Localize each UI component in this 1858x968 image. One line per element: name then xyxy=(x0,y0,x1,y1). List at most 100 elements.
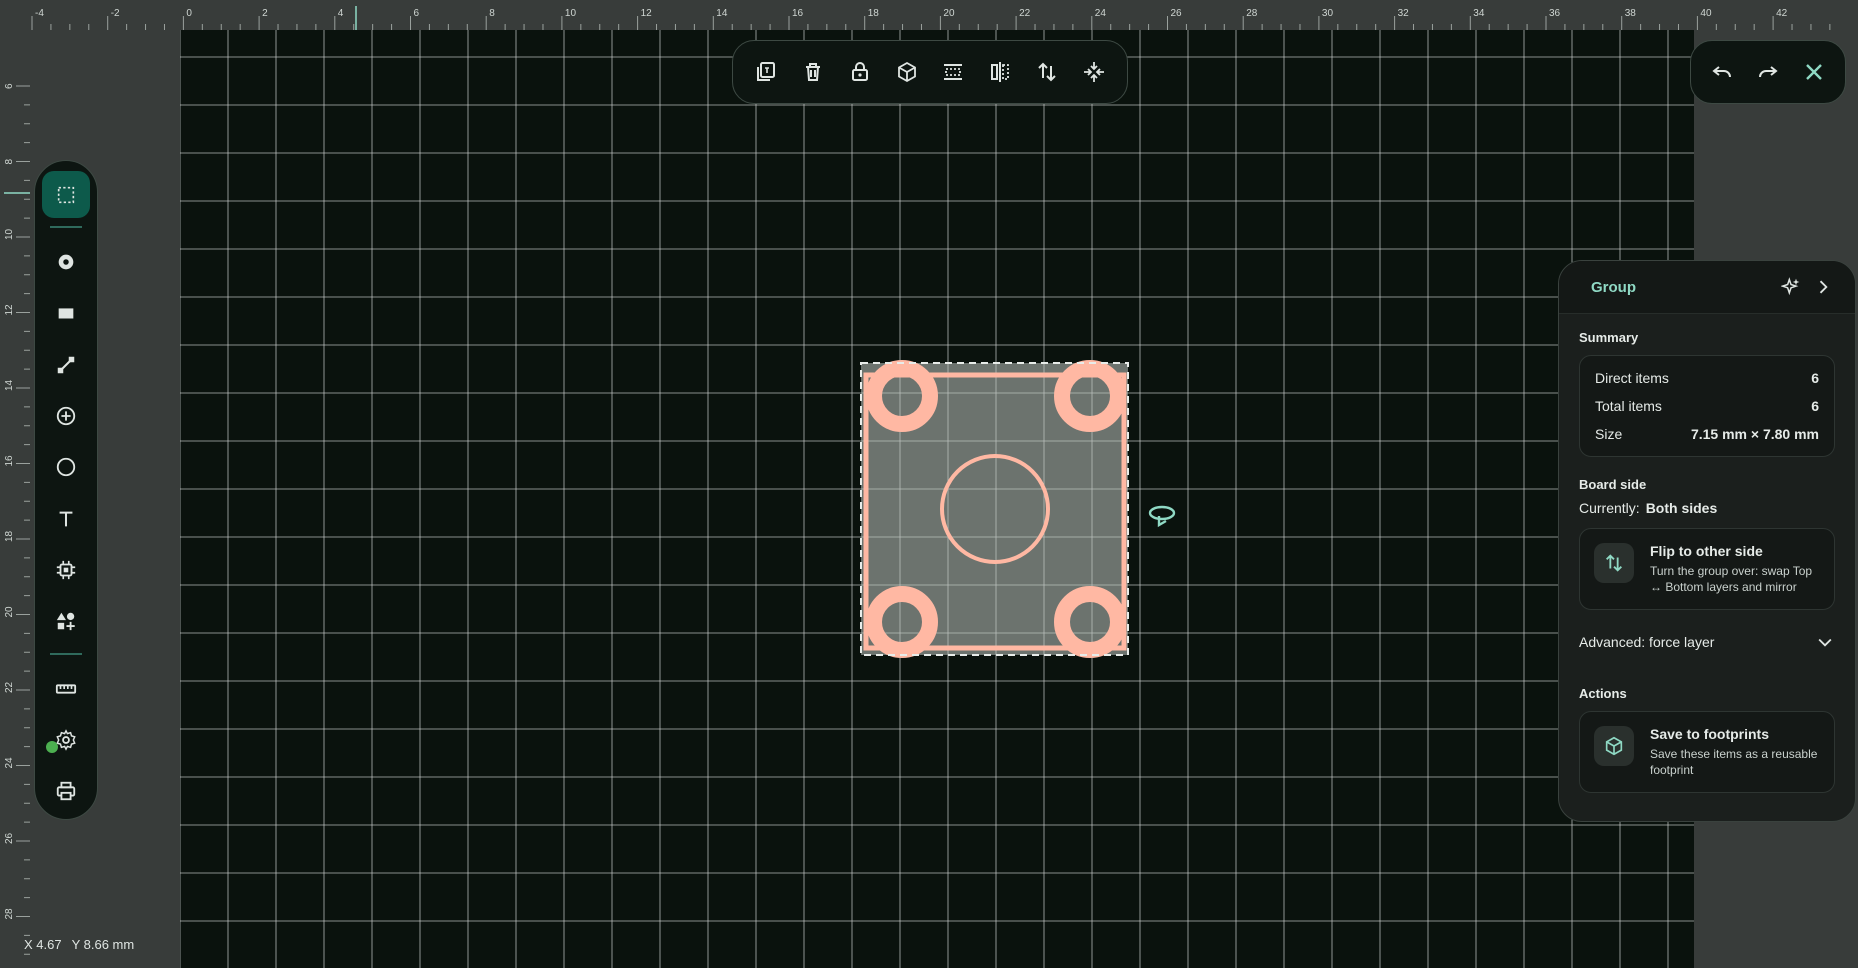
ruler-label: 40 xyxy=(1700,8,1712,19)
redo-button[interactable] xyxy=(1748,52,1788,92)
select-icon xyxy=(57,186,75,203)
ruler-label: 30 xyxy=(1322,8,1334,19)
summary-card: Direct items 6 Total items 6 Size 7.15 mm ×… xyxy=(1579,355,1835,457)
selection-toolbar xyxy=(732,40,1128,104)
flip-title: Flip to other side xyxy=(1650,543,1763,559)
shapes-add-icon xyxy=(56,613,75,631)
ruler-label: 28 xyxy=(4,908,15,920)
tool-select[interactable] xyxy=(42,171,90,219)
close-icon xyxy=(1806,64,1822,80)
gear-icon xyxy=(56,729,76,751)
selection-fill xyxy=(861,363,1128,655)
tool-trace[interactable] xyxy=(42,341,90,388)
status-indicator xyxy=(46,741,58,753)
sparkle-icon[interactable] xyxy=(1775,271,1807,303)
ruler-label: 12 xyxy=(641,8,653,19)
tool-chip[interactable] xyxy=(42,546,90,593)
flip-button[interactable]: Flip to other side Turn the group over: … xyxy=(1579,528,1835,610)
coord-y: Y 8.66 mm xyxy=(71,937,135,952)
ruler-label: 14 xyxy=(716,8,728,19)
tool-via[interactable] xyxy=(42,238,90,285)
history-toolbar xyxy=(1690,40,1846,104)
rail-divider xyxy=(50,653,82,656)
ruler-icon xyxy=(55,684,77,694)
summary-value: 7.15 mm × 7.80 mm xyxy=(1690,426,1819,442)
rect-pad-icon xyxy=(58,308,74,319)
ungroup-button[interactable] xyxy=(1074,52,1114,92)
flip-desc: Turn the group over: swap Top ↔ Bottom l… xyxy=(1650,564,1813,594)
trace-icon xyxy=(57,356,75,373)
copy-icon xyxy=(757,62,776,81)
ruler-label: 24 xyxy=(1095,8,1107,19)
summary-key: Size xyxy=(1595,426,1623,442)
ruler-label: 12 xyxy=(4,304,15,316)
lock-button[interactable] xyxy=(840,52,880,92)
ruler-label: 0 xyxy=(186,8,192,19)
canvas-grid xyxy=(180,30,1694,968)
ruler-label: 4 xyxy=(338,8,344,19)
flip-button[interactable] xyxy=(1027,52,1067,92)
ruler-label: 20 xyxy=(943,8,955,19)
lock-icon xyxy=(851,62,868,81)
vertical-ruler: 6 8 10 12 14 16 18 20 22 24 26 28 xyxy=(0,0,30,968)
align-icon xyxy=(944,64,963,80)
summary-value: 6 xyxy=(1811,398,1819,414)
chip-icon xyxy=(56,560,76,580)
tool-print[interactable] xyxy=(42,768,90,815)
ruler-label: 10 xyxy=(4,228,15,240)
summary-row: Size 7.15 mm × 7.80 mm xyxy=(1580,420,1834,448)
horizontal-ruler: -4 -2 0 2 4 6 8 10 12 14 16 18 20 22 24 26 28 30 32 34 36 38 4… xyxy=(0,0,1858,30)
panel-header: Group xyxy=(1559,261,1855,314)
redo-icon xyxy=(1759,66,1778,78)
current-side: Currently: Both sides xyxy=(1579,500,1835,516)
summary-key: Total items xyxy=(1595,398,1662,414)
align-button[interactable] xyxy=(933,52,973,92)
cube-icon xyxy=(897,61,916,83)
save-to-footprints-button[interactable]: Save to footprints Save these items as a… xyxy=(1579,711,1835,793)
cube-button[interactable] xyxy=(887,52,927,92)
ruler-label: 26 xyxy=(4,832,15,844)
tool-rail xyxy=(34,160,98,820)
flip-icon xyxy=(1038,62,1056,82)
advanced-force-layer-toggle[interactable]: Advanced: force layer xyxy=(1579,632,1835,652)
mirror-button[interactable] xyxy=(980,52,1020,92)
actions-title: Actions xyxy=(1579,686,1627,701)
cube-icon xyxy=(1594,726,1634,766)
ruler-label: 22 xyxy=(1019,8,1031,19)
ruler-label: 36 xyxy=(1549,8,1561,19)
coord-x: X 4.67 xyxy=(24,937,62,952)
ruler-label: 26 xyxy=(1171,8,1183,19)
ruler-label: -4 xyxy=(35,8,44,19)
ruler-label: 16 xyxy=(4,455,15,467)
rotate-handle-icon[interactable] xyxy=(1148,505,1176,528)
tool-gear[interactable] xyxy=(42,716,90,763)
ruler-label: 38 xyxy=(1625,8,1637,19)
tool-ruler[interactable] xyxy=(42,665,90,712)
ruler-label: 10 xyxy=(565,8,577,19)
chevron-right-icon[interactable] xyxy=(1807,271,1839,303)
ruler-label: 8 xyxy=(4,159,15,165)
tool-add-circle[interactable] xyxy=(42,392,90,439)
rail-divider xyxy=(50,226,82,229)
ruler-label: 34 xyxy=(1473,8,1485,19)
undo-icon xyxy=(1712,66,1731,78)
copy-button[interactable] xyxy=(746,52,786,92)
ruler-label: 32 xyxy=(1398,8,1410,19)
pcb-canvas[interactable] xyxy=(180,30,1694,968)
text-icon xyxy=(59,511,73,527)
trash-icon xyxy=(806,63,821,81)
close-button[interactable] xyxy=(1794,52,1834,92)
selected-group[interactable] xyxy=(860,360,1129,658)
summary-key: Direct items xyxy=(1595,370,1669,386)
summary-row: Direct items 6 xyxy=(1580,364,1834,392)
tool-rect-pad[interactable] xyxy=(42,290,90,337)
tool-text[interactable] xyxy=(42,495,90,542)
circle-icon xyxy=(56,458,76,477)
panel-title: Group xyxy=(1591,278,1636,296)
tool-shapes-add[interactable] xyxy=(42,598,90,645)
ruler-label: 6 xyxy=(414,8,420,19)
save-desc: Save these items as a reusable footprint xyxy=(1650,747,1818,777)
trash-button[interactable] xyxy=(793,52,833,92)
tool-circle[interactable] xyxy=(42,444,90,491)
undo-button[interactable] xyxy=(1702,52,1742,92)
